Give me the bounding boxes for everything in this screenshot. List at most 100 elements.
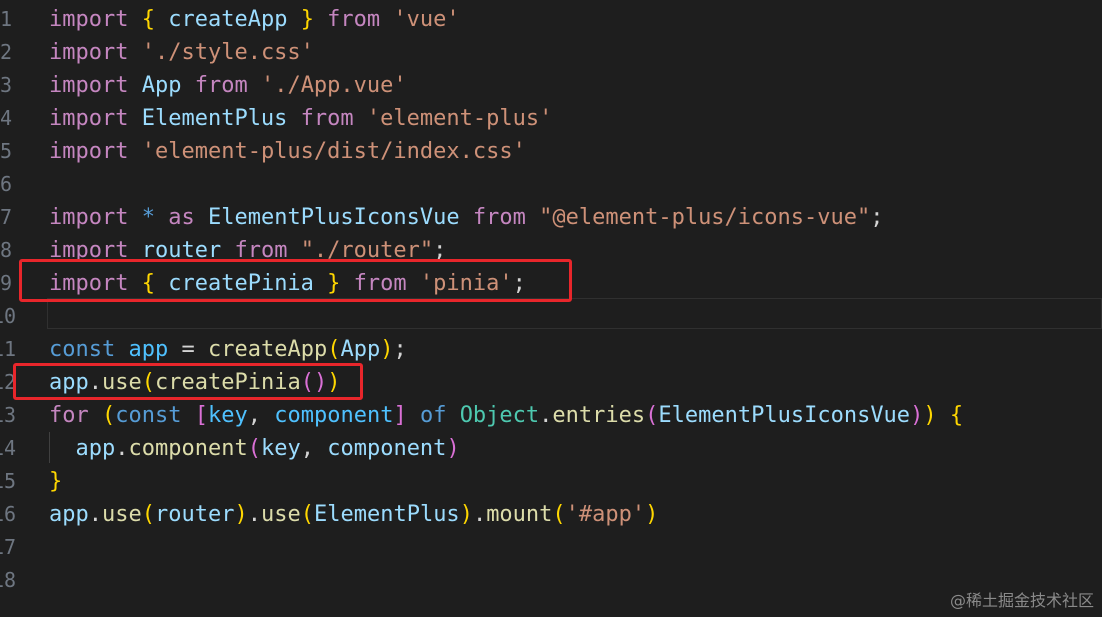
code-token: ( — [247, 436, 261, 461]
code-token: ) — [910, 403, 924, 428]
code-token: ; — [393, 337, 407, 362]
code-line[interactable]: } — [49, 465, 1102, 498]
line-number: 13 — [0, 403, 17, 427]
code-token: App — [340, 337, 381, 362]
code-token: ; — [870, 205, 884, 230]
code-token: . — [88, 502, 102, 527]
code-line[interactable]: const app = createApp(App); — [49, 333, 1102, 366]
line-number: 9 — [0, 271, 12, 295]
code-line[interactable]: for (const [key, component] of Object.en… — [49, 399, 1102, 432]
code-token: } — [49, 469, 63, 494]
code-token: mount — [486, 502, 553, 527]
code-token: ( — [327, 337, 341, 362]
code-token: const — [115, 403, 182, 428]
code-token: Object — [459, 403, 540, 428]
code-token: [ — [194, 403, 208, 428]
code-line[interactable]: import ElementPlus from 'element-plus' — [49, 102, 1102, 135]
code-token: ) — [446, 436, 460, 461]
code-token: app — [128, 337, 169, 362]
code-token: ) — [459, 502, 473, 527]
code-token: use — [260, 502, 301, 527]
code-line[interactable]: import { createApp } from 'vue' — [49, 3, 1102, 36]
code-token: from — [313, 7, 394, 32]
code-token: , — [300, 436, 328, 461]
code-editor[interactable]: 123456789101112131415161718 import { cre… — [0, 0, 1102, 617]
code-line[interactable]: import './style.css' — [49, 36, 1102, 69]
code-token: } — [300, 7, 314, 32]
code-token: router — [155, 502, 235, 527]
code-token: '#app' — [565, 502, 646, 527]
code-token: as — [168, 205, 195, 230]
code-token: createApp — [207, 337, 328, 362]
annotation-box-import-pinia — [19, 259, 572, 302]
code-token: ( — [645, 403, 659, 428]
code-token: from — [194, 73, 248, 98]
code-token: . — [472, 502, 487, 527]
code-token: import — [49, 106, 129, 131]
line-number: 16 — [0, 502, 17, 526]
code-token: for — [49, 403, 89, 428]
line-number: 7 — [0, 205, 12, 229]
line-number: 3 — [0, 73, 12, 97]
code-token: import — [49, 205, 129, 230]
line-number: 14 — [0, 436, 17, 460]
code-token: = — [168, 337, 208, 362]
code-token: App — [128, 73, 195, 98]
code-token: ( — [552, 502, 566, 527]
code-token: ( — [102, 403, 116, 428]
code-token: ElementPlus — [128, 106, 301, 131]
code-token: key — [207, 403, 248, 428]
line-number: 2 — [0, 40, 12, 64]
code-token: ElementPlusIconsVue — [658, 403, 911, 428]
line-number: 1 — [0, 7, 12, 31]
code-token: import — [49, 40, 129, 65]
code-token: './App.vue' — [260, 73, 407, 98]
line-number: 15 — [0, 469, 17, 493]
code-token: "@element-plus/icons-vue" — [539, 205, 871, 230]
code-token: app — [49, 502, 89, 527]
code-token: ) — [923, 403, 937, 428]
code-line[interactable] — [49, 300, 1102, 333]
code-token: . — [115, 436, 129, 461]
code-line[interactable]: import 'element-plus/dist/index.css' — [49, 135, 1102, 168]
code-token: key — [260, 436, 301, 461]
code-line[interactable] — [49, 564, 1102, 597]
line-number: 18 — [0, 568, 17, 592]
code-token: component — [327, 436, 447, 461]
code-token: ] — [393, 403, 407, 428]
line-number: 10 — [0, 304, 17, 328]
code-token: import — [49, 139, 129, 164]
code-token: createApp — [154, 7, 301, 32]
code-token: 'element-plus/dist/index.css' — [141, 139, 526, 164]
code-line[interactable]: import * as ElementPlusIconsVue from "@e… — [49, 201, 1102, 234]
code-line[interactable]: app.component(key, component) — [49, 432, 1102, 465]
annotation-box-use-pinia — [13, 363, 363, 400]
code-line[interactable] — [49, 168, 1102, 201]
code-token: import — [49, 73, 129, 98]
code-line[interactable] — [49, 531, 1102, 564]
code-line[interactable]: import App from './App.vue' — [49, 69, 1102, 102]
code-line[interactable]: app.use(router).use(ElementPlus).mount('… — [49, 498, 1102, 531]
code-token: app — [75, 436, 116, 461]
line-number: 17 — [0, 535, 17, 559]
code-token: ) — [645, 502, 659, 527]
code-token: . — [539, 403, 553, 428]
code-token: component — [274, 403, 394, 428]
code-token: . — [247, 502, 261, 527]
code-token: import — [49, 7, 129, 32]
code-token: component — [128, 436, 248, 461]
code-token: * — [141, 205, 155, 230]
